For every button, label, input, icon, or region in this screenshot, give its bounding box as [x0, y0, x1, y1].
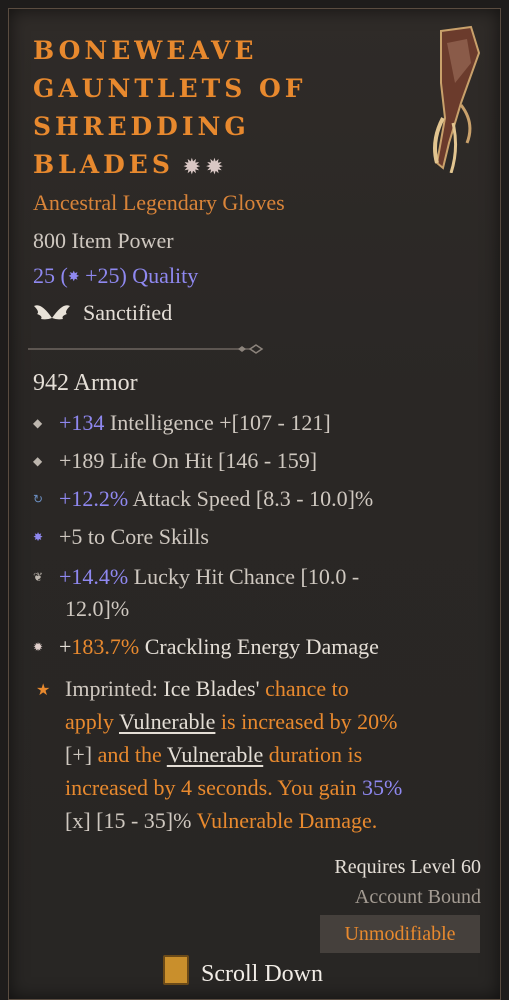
item-type: Ancestral Legendary Gloves: [33, 190, 285, 215]
affix-life-on-hit: ◆ +189 Life On Hit [146 - 159]: [33, 448, 318, 473]
required-level: Requires Level 60: [334, 856, 481, 878]
affix-lucky-hit: ❦ +14.4% Lucky Hit Chance [10.0 -: [33, 564, 360, 589]
diamond-icon: ◆: [33, 416, 43, 430]
account-bound: Account Bound: [354, 886, 481, 908]
swirl-icon: ↻: [33, 492, 44, 506]
greater-affix-stars-icon: ✹ ✹: [183, 156, 223, 178]
item-quality: 25 (✸ +25) Quality: [33, 263, 199, 288]
aspect-text: Imprinted: Ice Blades' chance to apply V…: [65, 676, 403, 833]
divider: [28, 344, 264, 354]
title-line-3: SHREDDING: [33, 112, 250, 141]
wing-icon: ❦: [33, 570, 44, 584]
vulnerable-link-2[interactable]: Vulnerable: [167, 742, 263, 767]
gauntlet-icon: [433, 25, 481, 173]
affix-attack-speed: ↻ +12.2% Attack Speed [8.3 - 10.0]%: [33, 486, 374, 511]
wings-icon: [34, 305, 70, 320]
item-power: 800 Item Power: [33, 228, 174, 253]
aspect-star-icon: ★: [36, 682, 51, 699]
title-line-1: BONEWEAVE: [33, 36, 258, 65]
affix-lucky-hit-cont: 12.0]%: [65, 596, 130, 621]
unmodifiable-badge: Unmodifiable: [320, 915, 480, 953]
gem-icon: ✸: [67, 270, 80, 285]
scroll-down-hint[interactable]: Scroll Down: [163, 955, 323, 988]
spark-icon: ✸: [33, 530, 44, 544]
burst-icon: ✹: [33, 640, 44, 654]
armor-value: 942 Armor: [33, 370, 138, 396]
diamond-icon: ◆: [33, 454, 43, 468]
scroll-down-label: Scroll Down: [201, 961, 323, 987]
sanctified-label: Sanctified: [83, 300, 173, 325]
affix-intelligence: ◆ +134 Intelligence +[107 - 121]: [33, 410, 331, 435]
title-line-4: BLADES: [33, 150, 174, 179]
title-line-2: GAUNTLETS OF: [33, 74, 307, 103]
affix-core-skills: ✸ +5 to Core Skills: [33, 524, 209, 549]
sanctified-row: Sanctified: [33, 300, 172, 334]
vulnerable-link[interactable]: Vulnerable: [119, 709, 215, 734]
item-title: BONEWEAVE GAUNTLETS OF SHREDDING BLADES ✹…: [33, 32, 373, 186]
keyboard-key-icon: [163, 955, 189, 985]
affix-crackling: ✹ +183.7% Crackling Energy Damage: [33, 634, 379, 659]
